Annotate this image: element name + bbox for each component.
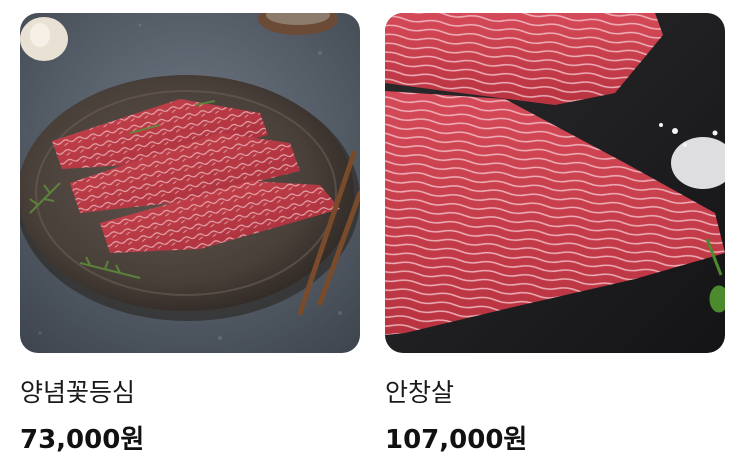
product-card-yangnyeom-ggotdeungsim[interactable]: 양념꽃등심 73,000원 — [20, 13, 360, 456]
marinated-sirloin-photo — [20, 13, 360, 353]
product-image-skirt-steak[interactable] — [385, 13, 725, 353]
product-price: 107,000원 — [385, 425, 528, 455]
product-price: 73,000원 — [20, 425, 145, 455]
product-card-anchangsal[interactable]: 안창살 107,000원 — [385, 13, 725, 456]
product-name[interactable]: 양념꽃등심 — [20, 378, 360, 408]
product-grid: 양념꽃등심 73,000원 안창살 107,000원 — [20, 13, 725, 456]
skirt-steak-photo — [385, 13, 725, 353]
product-image-marinated-sirloin[interactable] — [20, 13, 360, 353]
product-name[interactable]: 안창살 — [385, 378, 725, 408]
